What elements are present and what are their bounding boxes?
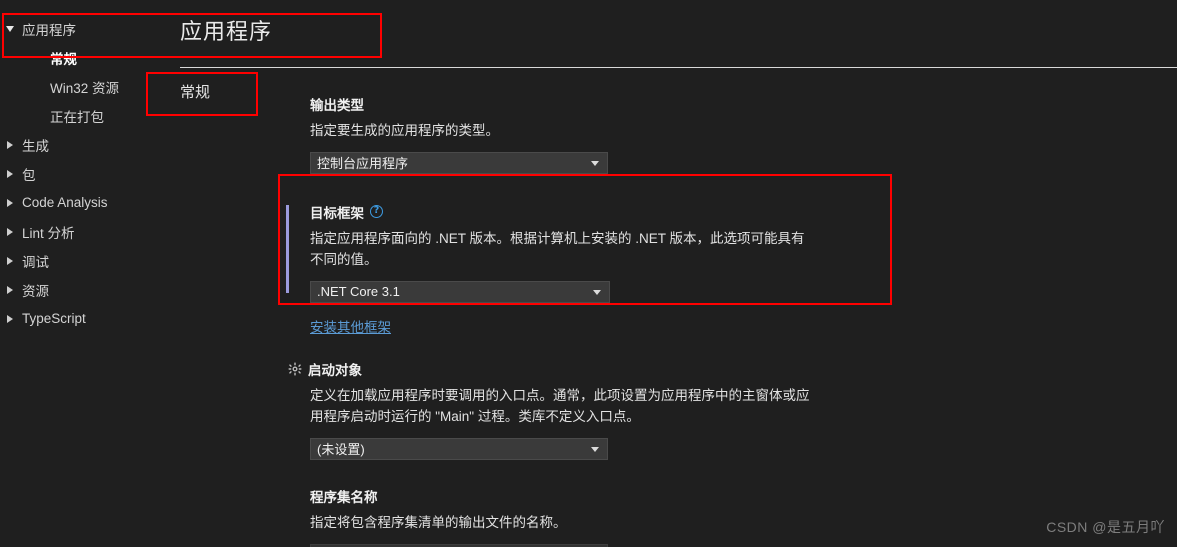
install-other-frameworks-link[interactable]: 安装其他框架: [310, 316, 391, 336]
sidebar-item-8[interactable]: 调试: [0, 246, 180, 275]
field-target-framework-label: 目标框架: [310, 205, 364, 221]
sidebar-item-4[interactable]: 生成: [0, 130, 180, 159]
sidebar-item-label: 生成: [22, 138, 49, 154]
sidebar-item-label: TypeScript: [22, 311, 86, 326]
sidebar-item-1[interactable]: 常规: [0, 43, 180, 72]
target-framework-dropdown[interactable]: .NET Core 3.1: [310, 280, 610, 303]
triangle-right-icon: [0, 169, 20, 178]
sidebar-item-label: 应用程序: [22, 22, 76, 38]
sidebar-item-label: 常规: [50, 51, 77, 67]
properties-content-column: 输出类型 指定要生成的应用程序的类型。 控制台应用程序 目标框架 ? 指定应用程…: [286, 82, 1050, 547]
modified-property-accent-bar: [286, 204, 289, 293]
sidebar-item-6[interactable]: Code Analysis: [0, 188, 180, 217]
triangle-right-glyph: [7, 285, 13, 294]
gear-icon: [288, 362, 302, 376]
watermark: CSDN @是五月吖: [1046, 519, 1165, 535]
output-type-dropdown-value: 控制台应用程序: [317, 156, 409, 172]
triangle-right-glyph: [7, 227, 13, 236]
properties-navigation-sidebar: 应用程序常规 Win32 资源 正在打包 生成包 Code Analysis Lint 分…: [0, 0, 180, 547]
field-output-type: 输出类型 指定要生成的应用程序的类型。 控制台应用程序: [310, 94, 1050, 174]
triangle-right-icon: [0, 227, 20, 236]
title-divider: [180, 67, 1177, 68]
field-output-type-description: 指定要生成的应用程序的类型。: [310, 123, 499, 138]
field-assembly-name-label: 程序集名称: [310, 489, 378, 505]
field-target-framework-description: 指定应用程序面向的 .NET 版本。根据计算机上安装的 .NET 版本，此选项可…: [310, 230, 805, 267]
sidebar-item-label: 调试: [22, 254, 49, 270]
field-target-framework: 目标框架 ? 指定应用程序面向的 .NET 版本。根据计算机上安装的 .NET …: [286, 202, 1050, 337]
assembly-name-input[interactable]: $(MSBuildProjectName): [310, 543, 608, 547]
sidebar-item-3[interactable]: 正在打包: [0, 101, 180, 130]
page-title: 应用程序: [180, 19, 273, 44]
field-assembly-name-description: 指定将包含程序集清单的输出文件的名称。: [310, 514, 567, 530]
triangle-down-icon: [0, 25, 20, 32]
sidebar-item-label: Lint 分析: [22, 225, 75, 241]
output-type-dropdown[interactable]: 控制台应用程序: [310, 151, 608, 174]
triangle-right-icon: [0, 285, 20, 294]
triangle-right-glyph: [7, 140, 13, 149]
triangle-down-glyph: [6, 25, 14, 32]
field-target-framework-label-row: 目标框架 ?: [310, 202, 1050, 222]
sidebar-item-5[interactable]: 包: [0, 159, 180, 188]
field-output-type-label: 输出类型: [310, 98, 364, 113]
triangle-right-glyph: [7, 256, 13, 265]
field-startup-object-label-row: 启动对象: [288, 359, 1050, 379]
sidebar-item-10[interactable]: TypeScript: [0, 304, 180, 333]
sidebar-item-label: Win32 资源: [50, 80, 120, 96]
section-tab-general[interactable]: 常规: [180, 81, 210, 102]
field-assembly-name: 程序集名称 指定将包含程序集清单的输出文件的名称。 $(MSBuildProje…: [310, 486, 1050, 547]
triangle-right-icon: [0, 256, 20, 265]
sidebar-item-2[interactable]: Win32 资源: [0, 72, 180, 101]
triangle-right-icon: [0, 140, 20, 149]
sidebar-item-0[interactable]: 应用程序: [0, 14, 180, 43]
triangle-right-icon: [0, 198, 20, 207]
field-startup-object-label: 启动对象: [308, 362, 362, 378]
sidebar-item-7[interactable]: Lint 分析: [0, 217, 180, 246]
triangle-right-glyph: [7, 198, 13, 207]
startup-object-dropdown[interactable]: (未设置): [310, 437, 608, 460]
visual-studio-project-properties-window: 应用程序常规 Win32 资源 正在打包 生成包 Code Analysis Lint 分…: [0, 0, 1177, 547]
chevron-down-icon: [591, 160, 599, 166]
field-startup-object-description: 定义在加载应用程序时要调用的入口点。通常，此项设置为应用程序中的主窗体或应用程序…: [310, 387, 810, 424]
triangle-right-glyph: [7, 314, 13, 323]
sidebar-item-9[interactable]: 资源: [0, 275, 180, 304]
startup-object-dropdown-value: (未设置): [317, 442, 365, 458]
question-circle-icon[interactable]: ?: [370, 205, 383, 219]
properties-main-panel: 应用程序 常规 输出类型 指定要生成的应用程序的类型。 控制台应用程序 目标框架: [180, 0, 1177, 547]
sidebar-item-label: 正在打包: [50, 109, 104, 125]
field-startup-object: 启动对象 定义在加载应用程序时要调用的入口点。通常，此项设置为应用程序中的主窗体…: [288, 359, 1050, 460]
target-framework-dropdown-value: .NET Core 3.1: [317, 284, 400, 300]
triangle-right-icon: [0, 314, 20, 323]
sidebar-item-label: 包: [22, 167, 36, 183]
chevron-down-icon: [591, 446, 599, 452]
field-assembly-name-label-row: 程序集名称: [310, 486, 1050, 506]
sidebar-item-label: 资源: [22, 283, 49, 299]
field-output-type-label-row: 输出类型: [310, 94, 1050, 114]
triangle-right-glyph: [7, 169, 13, 178]
sidebar-item-label: Code Analysis: [22, 195, 108, 210]
chevron-down-icon: [593, 289, 601, 295]
